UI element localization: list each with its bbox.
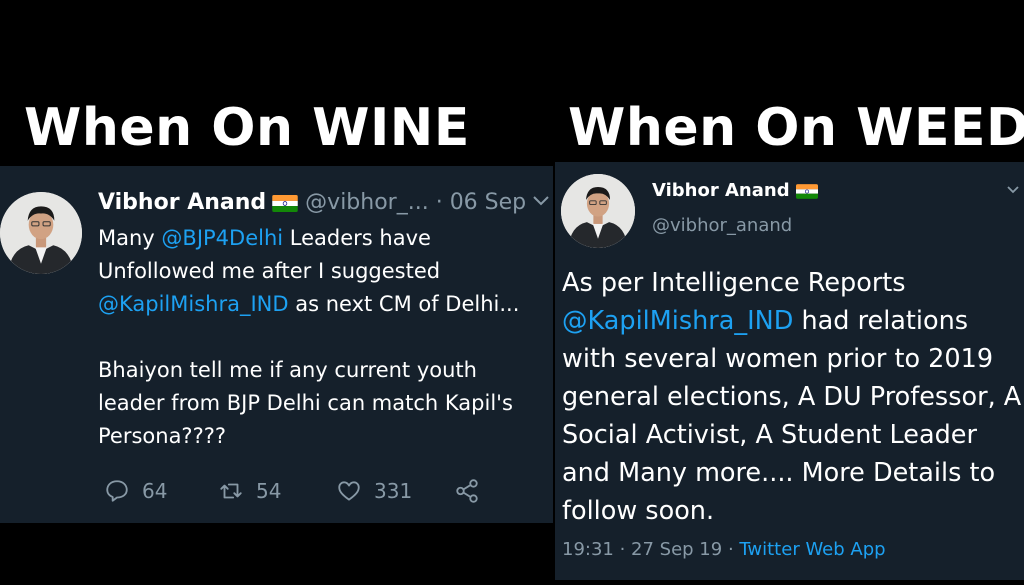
chevron-down-icon[interactable] <box>1006 184 1020 196</box>
author-handle[interactable]: @vibhor_anand <box>652 214 792 238</box>
text-segment: Many <box>98 226 162 250</box>
caption-wine: When On WINE <box>24 98 470 158</box>
author-handle[interactable]: @vibhor_... <box>305 190 429 215</box>
like-count: 331 <box>374 479 413 503</box>
india-flag-icon <box>272 194 298 212</box>
like-button[interactable]: 331 <box>336 478 412 504</box>
avatar-image <box>561 174 635 248</box>
author-name[interactable]: Vibhor Anand <box>98 190 266 215</box>
retweet-button[interactable]: 54 <box>218 478 281 504</box>
retweet-count: 54 <box>256 479 282 503</box>
caption-weed: When On WEED <box>568 98 1024 158</box>
tweet-paragraph: Bhaiyon tell me if any current youth lea… <box>98 358 513 448</box>
author-name[interactable]: Vibhor Anand <box>652 180 790 201</box>
mention-kapilmishra[interactable]: @KapilMishra_IND <box>562 306 793 336</box>
tweet-paragraph: As per Intelligence Reports @KapilMishra… <box>562 264 1024 530</box>
tweet-text: As per Intelligence Reports @KapilMishra… <box>562 264 1024 530</box>
mention-kapilmishra[interactable]: @KapilMishra_IND <box>98 292 289 316</box>
text-segment: As per Intelligence Reports <box>562 268 906 298</box>
tweet-timestamp[interactable]: 19:31 · 27 Sep 19 · <box>562 539 739 560</box>
tweet-text: Many @BJP4Delhi Leaders have Unfollowed … <box>98 222 550 453</box>
text-segment: as next CM of Delhi... <box>288 292 520 316</box>
reply-icon <box>106 480 128 502</box>
avatar[interactable] <box>561 174 635 248</box>
heart-icon <box>338 481 360 501</box>
tweet-meta: 19:31 · 27 Sep 19 · Twitter Web App <box>562 538 886 562</box>
avatar-image <box>0 192 82 274</box>
mention-bjp4delhi[interactable]: @BJP4Delhi <box>161 226 283 250</box>
author-name-row: Vibhor Anand <box>652 179 818 203</box>
reply-count: 64 <box>142 479 168 503</box>
tweet-header: Vibhor Anand @vibhor_... · 06 Sep <box>98 189 526 217</box>
chevron-down-icon[interactable] <box>532 194 550 208</box>
avatar[interactable] <box>0 192 82 274</box>
india-flag-icon <box>795 183 818 199</box>
share-button[interactable] <box>454 478 492 504</box>
tweet-paragraph: Many @BJP4Delhi Leaders have Unfollowed … <box>98 222 550 321</box>
tweet-date[interactable]: · 06 Sep <box>436 190 526 215</box>
share-icon <box>456 479 478 503</box>
retweet-icon <box>220 483 242 499</box>
text-segment: had relations with several women prior t… <box>562 306 1022 526</box>
tweet-card-left: Vibhor Anand @vibhor_... · 06 Sep Many @… <box>0 166 553 523</box>
tweet-card-right: Vibhor Anand @vibhor_anand As per Intell… <box>555 162 1024 580</box>
tweet-source-link[interactable]: Twitter Web App <box>739 539 885 560</box>
reply-button[interactable]: 64 <box>104 478 167 504</box>
